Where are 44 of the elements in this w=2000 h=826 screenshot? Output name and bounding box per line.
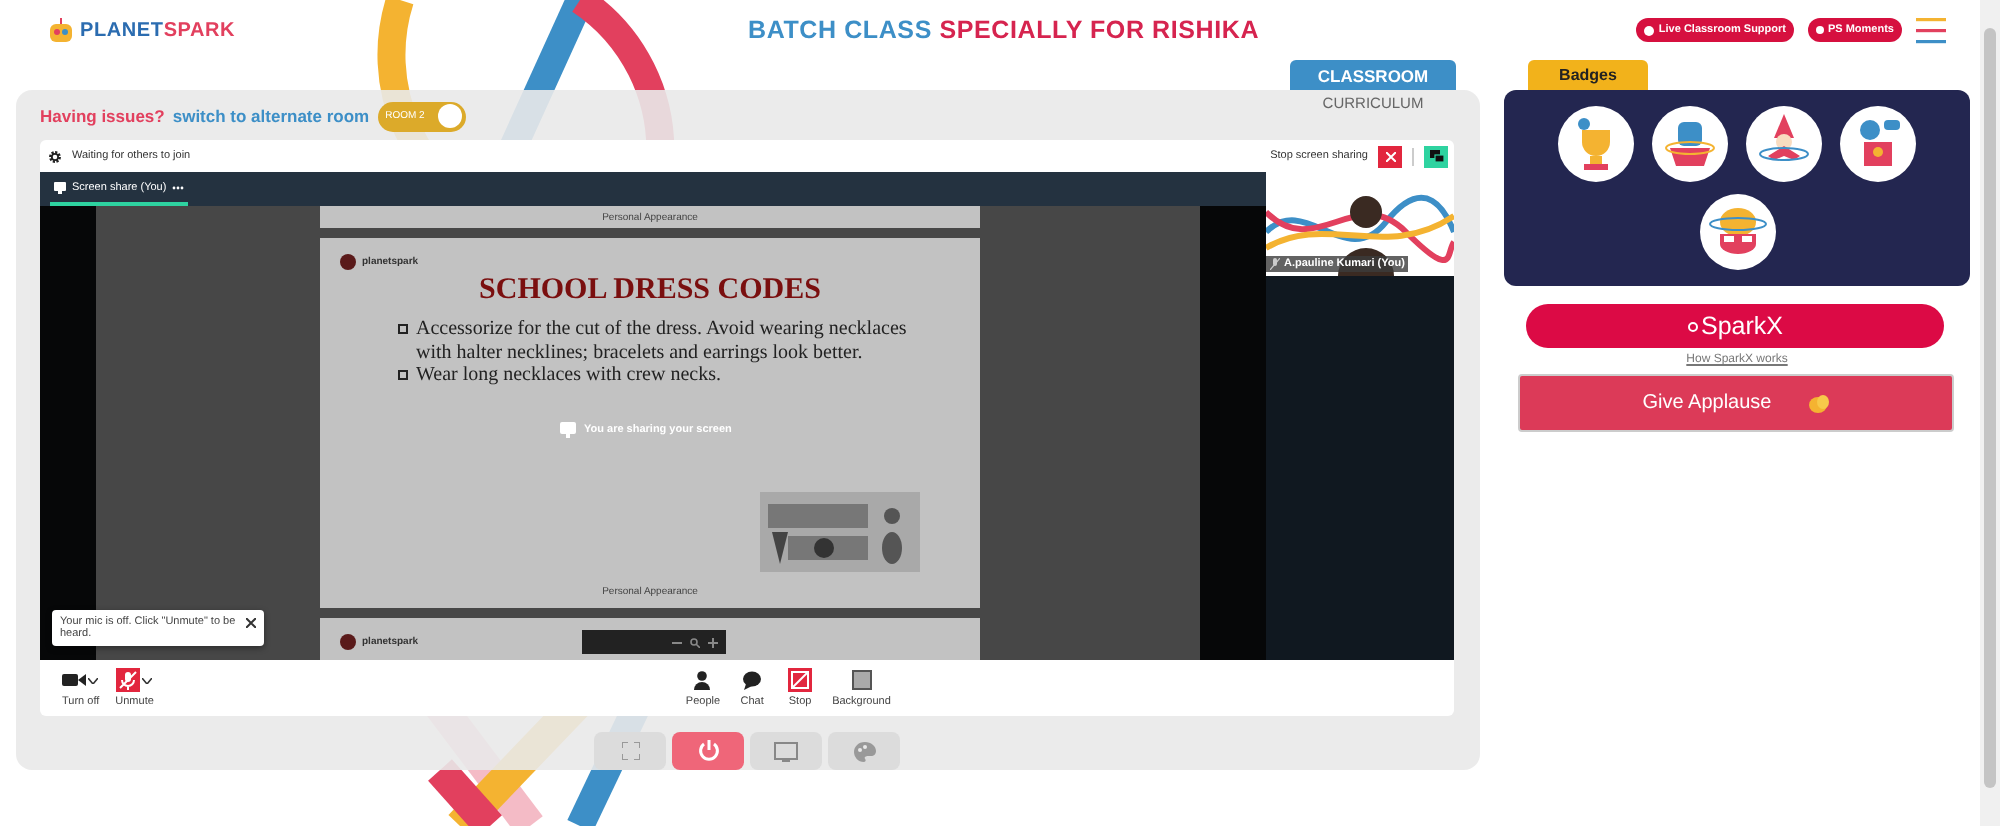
page-title: BATCH CLASS SPECIALLY FOR RISHIKA [746, 16, 1262, 44]
wizard-badge-icon[interactable] [1746, 106, 1822, 182]
chat-icon [742, 670, 763, 690]
clapping-hands-icon [1807, 393, 1830, 413]
caret-icon [88, 677, 99, 683]
fullscreen-icon [621, 742, 639, 760]
slide-bullet: Accessorize for the cut of the dress. Avoid wearing necklaces with halter necklines; bracelets and earrings look better. [416, 318, 909, 364]
menu-icon[interactable] [1916, 17, 1946, 43]
mic-off-icon [116, 668, 141, 692]
applause-button[interactable]: Give Applause [1518, 374, 1954, 432]
person-icon [692, 670, 713, 690]
scrollbar[interactable] [1980, 0, 2000, 826]
screen-button[interactable] [750, 732, 822, 770]
monitor-icon [54, 181, 66, 193]
sparkx-button[interactable]: SparkX [1526, 304, 1944, 348]
robot-logo-icon [48, 17, 74, 43]
power-button[interactable] [672, 732, 744, 770]
settings-icon[interactable] [48, 149, 62, 163]
windows-icon [1429, 150, 1443, 162]
search-icon[interactable] [690, 637, 700, 647]
palette-icon [853, 741, 875, 761]
video-camera-icon [62, 672, 87, 688]
stop-sharing-button[interactable] [1378, 145, 1402, 167]
caret-icon [142, 677, 153, 683]
plus-icon[interactable] [708, 637, 718, 647]
tab[interactable]: CLASSROOM [1290, 60, 1456, 90]
close-icon [1385, 151, 1395, 161]
slide-bullet: Wear long necklaces with crew necks. [416, 364, 721, 387]
monitor-icon [774, 741, 798, 761]
mic-off-icon [1270, 258, 1280, 270]
alternate-room-link[interactable]: switch to alternate room [172, 106, 370, 126]
trophy-badge-icon[interactable] [1558, 106, 1634, 182]
picture-in-picture-button[interactable] [1424, 145, 1448, 167]
background-icon [851, 670, 872, 690]
minus-icon[interactable] [672, 641, 682, 643]
screen-share-icon [560, 422, 576, 438]
close-icon[interactable] [246, 618, 256, 628]
screen-share-off-icon [788, 668, 813, 692]
logo-text: PLANETSPARK [80, 19, 236, 41]
issue-prompt: Having issues? [40, 106, 165, 126]
logo-icon [340, 254, 356, 270]
logo-icon [340, 634, 356, 650]
power-icon [697, 740, 719, 762]
slide-title: SCHOOL DRESS CODES [477, 274, 823, 308]
